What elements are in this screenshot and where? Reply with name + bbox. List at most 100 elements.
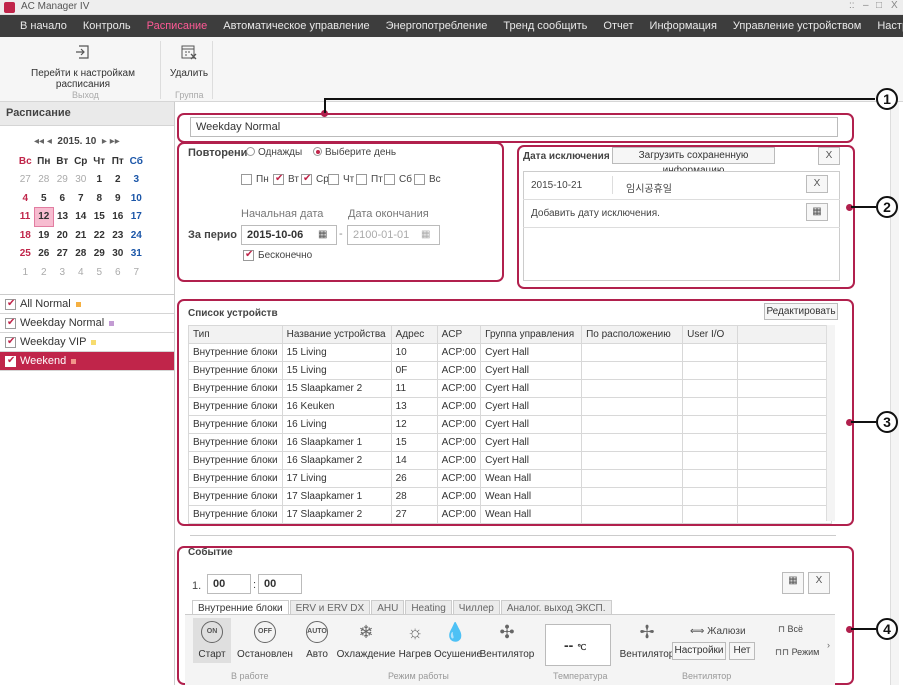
heat-mode-button[interactable]: ☼ Нагрев [397, 618, 433, 660]
calendar-day[interactable]: 21 [72, 226, 91, 245]
calendar-day[interactable]: 10 [127, 189, 146, 208]
calendar-day[interactable]: 29 [53, 171, 72, 190]
calendar-next-button[interactable]: ▸ ▸▸ [102, 136, 120, 147]
calendar-day[interactable]: 3 [127, 171, 146, 190]
calendar-day[interactable]: 6 [109, 263, 128, 282]
delete-button[interactable]: Удалить [166, 44, 212, 79]
checkbox[interactable] [5, 298, 16, 310]
calendar-day[interactable]: 19 [35, 226, 54, 245]
menu-info[interactable]: Информация [642, 20, 725, 32]
fan-speed-button[interactable]: ✢ Вентилятор [618, 618, 676, 660]
calendar-day[interactable]: 27 [16, 171, 35, 190]
schedule-item-weekday-vip[interactable]: Weekday VIP [0, 333, 174, 352]
column-header[interactable]: ACP [436, 325, 482, 344]
calendar-day[interactable]: 4 [16, 189, 35, 208]
menu-home[interactable]: В начало [0, 20, 75, 32]
minimize-button[interactable]: – [863, 0, 869, 11]
day-thu[interactable]: Чт [328, 174, 354, 185]
calendar-day[interactable]: 11 [16, 208, 35, 227]
checkbox[interactable] [356, 174, 367, 185]
scroll-right-icon[interactable]: › [827, 640, 830, 650]
load-saved-info-button[interactable]: Загрузить сохраненную информацию [612, 147, 775, 176]
calendar-day[interactable]: 31 [127, 245, 146, 264]
day-sat[interactable]: Сб [384, 174, 412, 185]
calendar-day[interactable]: 1 [16, 263, 35, 282]
all-lock-button[interactable]: ⊓ Всё [778, 624, 803, 635]
start-button[interactable]: ON Старт [193, 618, 231, 663]
menu-settings[interactable]: Настройки [869, 20, 903, 32]
day-tue[interactable]: Вт [273, 173, 299, 185]
column-header[interactable]: User I/O [682, 325, 739, 344]
calendar-day[interactable]: 7 [127, 263, 146, 282]
calendar-day[interactable]: 28 [35, 171, 54, 190]
stop-button[interactable]: OFF Остановлен [232, 618, 298, 660]
calendar-prev-button[interactable]: ◂◂ ◂ [34, 136, 52, 147]
calendar-day[interactable]: 2 [35, 263, 54, 282]
maximize-button[interactable]: □ [876, 0, 882, 11]
schedule-item-all-normal[interactable]: All Normal [0, 295, 174, 314]
calendar-day[interactable]: 30 [72, 171, 91, 190]
table-row[interactable]: Внутренние блоки 15 Living 10 ACP:00 Cyert H… [188, 343, 833, 362]
auto-mode-button[interactable]: AUTO Авто [302, 618, 332, 660]
checkbox[interactable] [414, 174, 425, 185]
calendar-day[interactable]: 3 [53, 263, 72, 282]
radio[interactable] [246, 147, 255, 156]
table-row[interactable]: Внутренние блоки 16 Slaapkamer 2 14 ACP:00 C… [188, 451, 833, 470]
calendar-day[interactable]: 8 [90, 189, 109, 208]
calendar-day[interactable]: 17 [127, 208, 146, 227]
fan-settings-button[interactable]: Настройки [672, 642, 726, 660]
menu-control[interactable]: Контроль [75, 20, 139, 32]
calendar-picker-icon[interactable]: ▦ [421, 229, 430, 240]
calendar-day[interactable]: 29 [90, 245, 109, 264]
calendar-day[interactable]: 1 [90, 171, 109, 190]
calendar-day[interactable]: 6 [53, 189, 72, 208]
day-sun[interactable]: Вс [414, 174, 441, 185]
calendar-day[interactable]: 4 [72, 263, 91, 282]
column-header[interactable] [737, 325, 833, 344]
table-row[interactable]: Внутренние блоки 17 Slaapkamer 2 27 ACP:00 W… [188, 505, 833, 524]
goto-schedule-settings-button[interactable]: Перейти к настройкам расписания [12, 44, 154, 90]
column-header[interactable]: Название устройства [281, 325, 392, 344]
table-row[interactable]: Внутренние блоки 15 Living 0F ACP:00 Cyert H… [188, 361, 833, 380]
checkbox[interactable] [5, 355, 16, 367]
close-icon[interactable]: X [808, 572, 830, 594]
infinite-option[interactable]: Бесконечно [243, 249, 312, 261]
day-wed[interactable]: Ср [301, 173, 329, 185]
close-button[interactable]: X [891, 0, 898, 11]
cool-mode-button[interactable]: ❄ Охлаждение [336, 618, 396, 660]
main-scrollbar[interactable] [890, 102, 899, 685]
calendar-day[interactable]: 2 [109, 171, 128, 190]
close-icon[interactable]: X [818, 147, 840, 165]
menu-report[interactable]: Отчет [595, 20, 641, 32]
choose-day-option[interactable]: Выберите день [313, 147, 396, 158]
checkbox[interactable] [273, 173, 284, 185]
event-calendar-icon[interactable]: ▦ [782, 572, 804, 594]
calendar-day[interactable]: 14 [72, 208, 91, 227]
louver-button[interactable]: ⟺ Жалюзи [690, 626, 746, 637]
calendar-day[interactable]: 7 [72, 189, 91, 208]
edit-button[interactable]: Редактировать [764, 303, 838, 320]
calendar-day[interactable]: 24 [127, 226, 146, 245]
table-row[interactable]: Внутренние блоки 17 Slaapkamer 1 28 ACP:00 W… [188, 487, 833, 506]
calendar-day[interactable]: 5 [35, 189, 54, 208]
checkbox[interactable] [5, 336, 16, 348]
schedule-item-weekday-normal[interactable]: Weekday Normal [0, 314, 174, 333]
menu-device-management[interactable]: Управление устройством [725, 20, 869, 32]
checkbox[interactable] [384, 174, 395, 185]
device-table-scrollbar[interactable] [826, 325, 835, 521]
table-row[interactable]: Внутренние блоки 16 Slaapkamer 1 15 ACP:00 C… [188, 433, 833, 452]
calendar-picker-icon[interactable]: ▦ [318, 229, 327, 240]
calendar-day[interactable]: 20 [53, 226, 72, 245]
table-row[interactable]: Внутренние блоки 16 Keuken 13 ACP:00 Cyert H… [188, 397, 833, 416]
column-header[interactable]: По расположению [581, 325, 684, 344]
schedule-name-input[interactable]: Weekday Normal [190, 117, 838, 137]
add-exception-calendar-icon[interactable]: ▦ [806, 203, 828, 221]
dry-mode-button[interactable]: 💧 Осушение [434, 618, 482, 660]
radio[interactable] [313, 147, 322, 156]
calendar-day[interactable]: 23 [109, 226, 128, 245]
menu-energy[interactable]: Энергопотребление [378, 20, 496, 32]
fan-none-button[interactable]: Нет [729, 642, 755, 660]
fan-mode-button[interactable]: ✣ Вентилятор [479, 618, 535, 660]
calendar-day[interactable]: 22 [90, 226, 109, 245]
calendar-day[interactable]: 13 [53, 208, 72, 227]
